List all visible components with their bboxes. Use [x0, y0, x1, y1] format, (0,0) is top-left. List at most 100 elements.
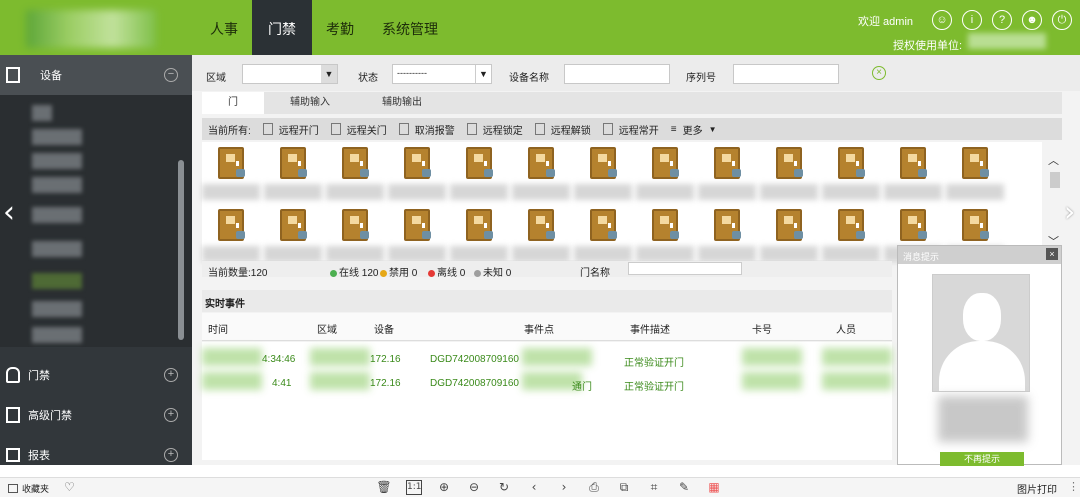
door-label [326, 184, 384, 200]
cancel-alarm-button[interactable]: 取消报警 [398, 122, 455, 137]
authorized-unit-label: 授权使用单位: [893, 40, 963, 52]
header-icons: ☺ i ? ☻ ⏻ [932, 10, 1072, 30]
collapse-icon[interactable]: − [164, 68, 178, 82]
device-name-input[interactable] [564, 64, 670, 84]
table-row[interactable]: 4:41 172.16 DGD742008709160 通门 正常验证开门 [202, 374, 892, 394]
column-device: 设备 [374, 325, 394, 336]
chevron-down-icon[interactable]: ▼ [475, 65, 491, 83]
event-device: 172.16 [370, 354, 401, 365]
door-lock-icon [360, 231, 369, 239]
chevron-right-icon[interactable]: › [1064, 195, 1075, 228]
remote-close-button[interactable]: 远程关门 [330, 122, 387, 137]
door-lock-icon [918, 231, 927, 239]
remote-lock-button[interactable]: 远程锁定 [466, 122, 523, 137]
list-item[interactable] [32, 327, 82, 343]
delete-icon[interactable]: 🗑 [376, 480, 392, 495]
online-count: 在线 120 [339, 268, 379, 279]
area-select[interactable]: ▼ [242, 64, 338, 84]
expand-icon[interactable]: + [164, 408, 178, 422]
disabled-status: 禁用 0 [380, 264, 417, 279]
tab-aux-output[interactable]: 辅助输出 [356, 92, 448, 114]
heart-icon[interactable]: ♡ [64, 480, 75, 494]
sidebar-item-access[interactable]: 门禁 + [0, 355, 192, 395]
sidebar-scrollbar[interactable] [178, 160, 184, 340]
list-item[interactable] [32, 273, 82, 289]
tab-aux-input[interactable]: 辅助输入 [264, 92, 356, 114]
zoom-out-icon[interactable]: ⊖ [466, 480, 482, 495]
subtab-bar: 门 辅助输入 辅助输出 [202, 92, 1062, 114]
help-icon[interactable]: ? [992, 10, 1012, 30]
tab-door[interactable]: 门 [202, 92, 264, 114]
list-item[interactable] [32, 129, 82, 145]
column-time: 时间 [208, 325, 228, 336]
zoom-in-icon[interactable]: ⊕ [436, 480, 452, 495]
expand-icon[interactable]: + [164, 448, 178, 462]
door-name-label: 门名称 [580, 268, 610, 279]
tab-attendance[interactable]: 考勤 [312, 0, 368, 55]
door-label [884, 184, 942, 200]
favorites-button[interactable]: 收藏夹 [8, 482, 49, 495]
scroll-up-icon[interactable]: ︿ [1048, 152, 1059, 168]
tab-access-control[interactable]: 门禁 [252, 0, 312, 55]
actual-size-icon[interactable]: 1:1 [406, 480, 422, 495]
dont-remind-button[interactable]: 不再提示 [940, 452, 1024, 466]
list-item[interactable] [32, 153, 82, 169]
button-label: 远程解锁 [550, 125, 591, 137]
remote-normally-open-button[interactable]: 远程常开 [602, 122, 659, 137]
event-point: 通门 [572, 382, 592, 393]
print-icon[interactable]: ⎙ [586, 480, 602, 495]
more-dots-icon[interactable]: ⋮ [1068, 480, 1079, 493]
button-label: 更多 [682, 125, 703, 137]
expand-icon[interactable]: + [164, 368, 178, 382]
print-button[interactable]: 图片打印 [1017, 481, 1057, 496]
user-circle-icon[interactable]: ☺ [932, 10, 952, 30]
list-item[interactable] [32, 177, 82, 193]
list-item[interactable] [32, 301, 82, 317]
sidebar-item-reports[interactable]: 报表 + [0, 435, 192, 475]
sidebar-item-label: 门禁 [28, 370, 50, 382]
table-row[interactable]: 4:34:46 172.16 DGD742008709160 正常验证开门 [202, 350, 892, 370]
door-label [388, 246, 446, 262]
remote-open-button[interactable]: 远程开门 [262, 122, 319, 137]
sidebar-item-advanced-access[interactable]: 高级门禁 + [0, 395, 192, 435]
status-select[interactable]: ---------- ▼ [392, 64, 492, 84]
door-name-input[interactable] [628, 262, 742, 275]
edit-icon[interactable]: ✎ [676, 480, 692, 495]
more-button[interactable]: ≡ 更多 ▼ [671, 122, 717, 137]
chevron-down-icon[interactable]: ▼ [321, 65, 337, 83]
account-icon[interactable]: ☻ [1022, 10, 1042, 30]
previous-icon[interactable]: ‹ [526, 480, 542, 495]
next-icon[interactable]: › [556, 480, 572, 495]
tab-personnel[interactable]: 人事 [196, 0, 252, 55]
copy-icon[interactable]: ⧉ [616, 480, 632, 495]
unknown-count: 未知 0 [483, 268, 512, 279]
apps-icon[interactable]: ▦ [706, 480, 722, 495]
crop-icon[interactable]: ⌗ [646, 480, 662, 495]
clear-icon[interactable]: × [872, 66, 886, 80]
rotate-icon[interactable]: ↻ [496, 480, 512, 495]
door-lock-icon [546, 169, 555, 177]
sidebar-section-device[interactable]: 设备 − [0, 55, 192, 95]
info-icon[interactable]: i [962, 10, 982, 30]
power-icon[interactable]: ⏻ [1052, 10, 1072, 30]
tab-system-management[interactable]: 系统管理 [368, 0, 452, 55]
remote-unlock-button[interactable]: 远程解锁 [534, 122, 591, 137]
list-item[interactable] [32, 241, 82, 257]
door-grid-scrollbar[interactable] [1050, 172, 1060, 188]
door-label [512, 184, 570, 200]
door-label [636, 184, 694, 200]
avatar [932, 274, 1030, 392]
events-table-header: 时间 区域 设备 事件点 事件描述 卡号 人员 [202, 313, 892, 341]
list-item[interactable] [32, 105, 52, 121]
serial-input[interactable] [733, 64, 839, 84]
welcome-text: 欢迎 admin [858, 16, 914, 28]
close-icon[interactable]: × [1046, 248, 1058, 260]
list-item[interactable] [32, 207, 82, 223]
status-bar: 当前数量:120 在线 120 禁用 0 离线 0 未知 0 门名称 [202, 261, 892, 279]
sidebar-device-list [0, 95, 192, 347]
device-icon [6, 67, 20, 83]
serial-label: 序列号 [686, 73, 716, 84]
chevron-left-icon[interactable]: ‹ [3, 195, 15, 230]
advanced-door-icon [6, 407, 20, 423]
door-lock-icon [484, 231, 493, 239]
